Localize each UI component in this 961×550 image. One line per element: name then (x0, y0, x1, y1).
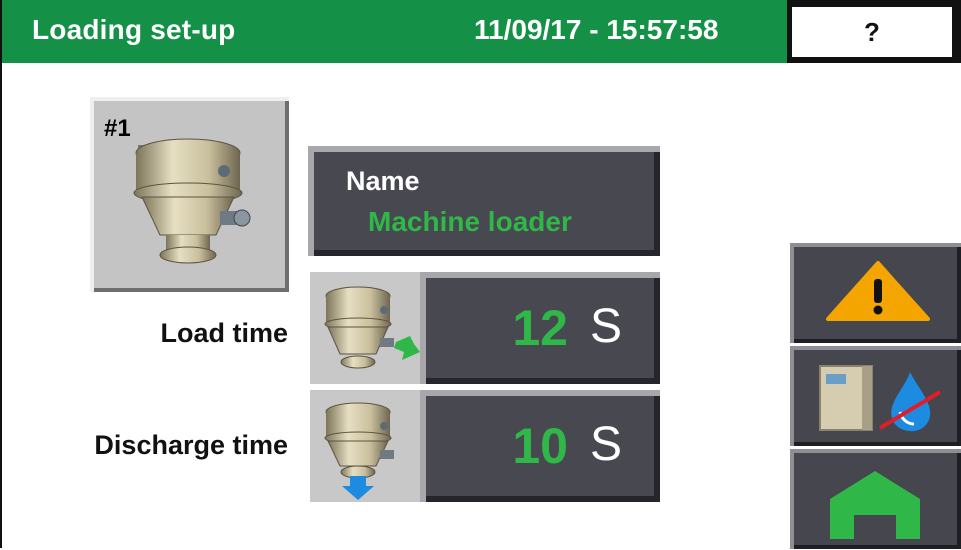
loader-load-icon (310, 272, 420, 384)
load-time-label: Load time (160, 318, 288, 348)
home-icon (830, 471, 920, 539)
alarm-button[interactable] (790, 243, 961, 343)
name-label: Name (346, 166, 420, 196)
date-time: 11/09/17 - 15:57:58 (474, 14, 719, 45)
load-time-field[interactable]: 12 S (420, 272, 660, 384)
dryer-water-button[interactable] (790, 346, 961, 446)
load-time-value: 12 (512, 300, 568, 356)
warning-icon (826, 261, 930, 321)
help-frame: ? (787, 0, 961, 63)
name-panel[interactable]: Name Machine loader (308, 146, 660, 256)
vacuum-loader-icon (133, 138, 251, 264)
discharge-time-value: 10 (512, 418, 568, 474)
discharge-time-label: Discharge time (94, 430, 288, 460)
page-title: Loading set-up (32, 14, 236, 45)
loader-select-button[interactable]: #1 (90, 97, 289, 292)
discharge-time-unit: S (589, 418, 622, 471)
home-button[interactable] (790, 449, 961, 549)
discharge-time-field[interactable]: 10 S (420, 390, 660, 502)
name-value: Machine loader (368, 206, 572, 237)
loader-discharge-icon (310, 390, 420, 502)
title-bar: Loading set-up 11/09/17 - 15:57:58 (2, 0, 787, 63)
load-time-unit: S (589, 300, 622, 353)
help-button[interactable]: ? (792, 7, 952, 57)
dryer-no-water-icon (819, 365, 942, 432)
